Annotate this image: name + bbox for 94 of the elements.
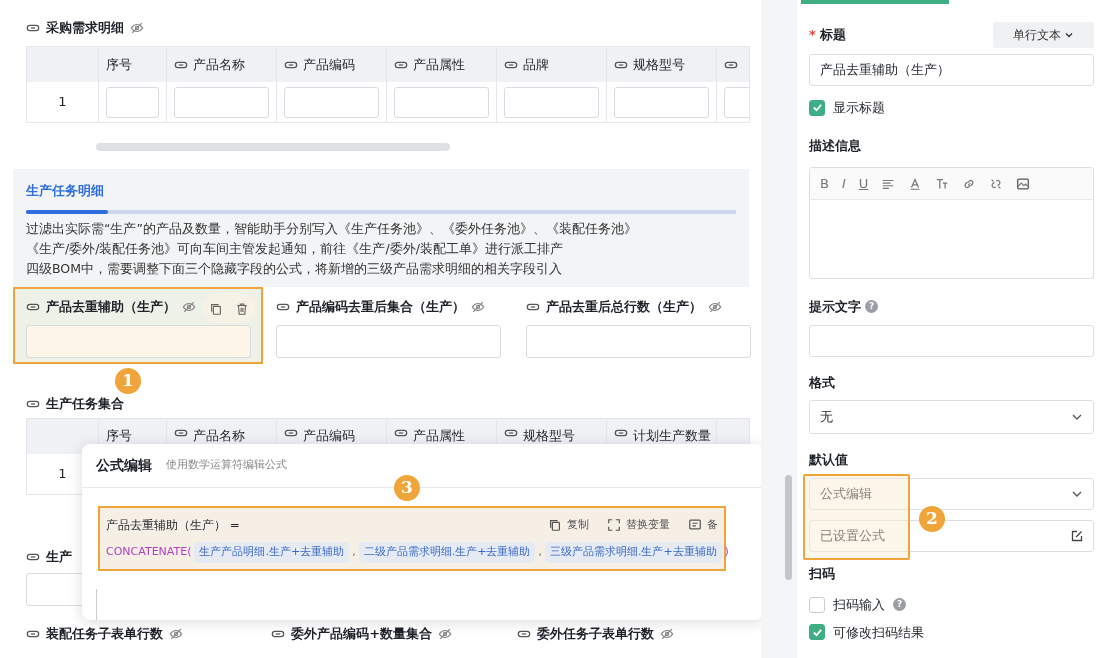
help-icon[interactable]: ?: [865, 300, 878, 314]
field-label: 扫码: [809, 564, 835, 583]
checkbox[interactable]: [809, 99, 825, 116]
column-header: 产品名称: [193, 55, 245, 74]
dialog-title: 公式编辑: [96, 456, 152, 475]
column-header: 产品属性: [413, 55, 465, 74]
rich-text-editor[interactable]: B I U: [809, 167, 1094, 279]
edit-icon[interactable]: [1071, 529, 1083, 542]
field-label: 默认值: [809, 451, 848, 469]
text-input[interactable]: [276, 325, 501, 358]
description-text: 《生产/委外/装配任务池》可向车间主管发起通知，前往《生产/委外/装配工单》进行派工排产: [26, 239, 564, 258]
default-mode-select[interactable]: 公式编辑: [809, 477, 1094, 510]
field-label: 产品去重辅助（生产）: [46, 298, 176, 317]
hint-input[interactable]: [809, 324, 1094, 357]
column-header: 规格型号: [633, 55, 685, 74]
cell-input[interactable]: [614, 86, 709, 118]
separator: ,: [538, 544, 542, 560]
field-label: 产品去重后总行数（生产）: [546, 298, 702, 317]
format-select[interactable]: 无: [809, 400, 1094, 434]
field-label: 委外任务子表单行数: [536, 625, 654, 644]
format-button[interactable]: U: [858, 173, 869, 194]
column-header: 序号: [106, 55, 132, 74]
separator: ,: [352, 544, 356, 560]
section-tab[interactable]: 生产任务明细: [26, 181, 736, 201]
cell-input[interactable]: [106, 86, 159, 118]
dialog-subtitle: 使用数学运算符编辑公式: [166, 457, 287, 474]
checkbox[interactable]: [809, 624, 825, 641]
callout-badge: 1: [115, 368, 141, 394]
checkbox-label: 扫码输入: [833, 596, 885, 614]
cell-input[interactable]: [394, 86, 489, 118]
variable-token[interactable]: 三级产品需求明细.生产+去重辅助: [544, 542, 722, 563]
formula-function: ): [724, 544, 729, 560]
hidden-eye-icon: [659, 627, 674, 641]
hidden-eye-icon: [708, 300, 722, 314]
type-dropdown[interactable]: 单行文本: [993, 22, 1094, 48]
swap-icon: [607, 518, 621, 532]
field-label: 描述信息: [809, 136, 861, 155]
column-header: 序号: [106, 427, 132, 445]
field-label: 生产: [46, 548, 72, 567]
image-icon: [1016, 176, 1031, 191]
field-label: 委外产品编码+数量集合: [291, 625, 433, 644]
format-button[interactable]: I: [841, 173, 846, 194]
copy-icon: [548, 518, 562, 532]
hidden-eye-icon: [438, 627, 453, 641]
checkbox[interactable]: [809, 596, 825, 613]
column-header: 产品编码: [303, 427, 355, 445]
cell-input[interactable]: [284, 86, 379, 118]
toolbar-action[interactable]: 复制: [548, 516, 589, 534]
field-label: 产品编码去重后集合（生产）: [296, 298, 465, 317]
toolbar-action[interactable]: 替换变量: [607, 516, 670, 534]
selected-field-card[interactable]: 产品去重辅助（生产）: [13, 287, 263, 364]
checkbox-label: 可修改扫码结果: [833, 623, 924, 642]
hidden-eye-icon: [182, 300, 196, 314]
hidden-eye-icon: [169, 627, 183, 641]
checkbox-label: 显示标题: [833, 99, 885, 117]
text-input[interactable]: [26, 325, 251, 358]
variable-token[interactable]: 生产产品明细.生产+去重辅助: [194, 542, 350, 563]
format-button[interactable]: B: [820, 173, 829, 194]
column-header: 规格型号: [523, 427, 575, 445]
column-header: 产品名称: [193, 427, 245, 445]
chevron-down-icon: [1064, 30, 1074, 40]
field-label: 采购需求明细: [46, 19, 124, 38]
formula-box[interactable]: 产品去重辅助（生产） = 复制 替换变量 备 CONCATENATE( 生产产品明细.生产+去重辅助 , 二级产品需求明细.生产+去重辅助 , 三级产品需求明细.生产+去重辅助 ): [98, 506, 726, 571]
description-text: 四级BOM中，需要调整下面三个隐藏字段的公式，将新增的三级产品需求明细的相关字段引入: [26, 259, 563, 278]
cell-input[interactable]: [174, 86, 269, 118]
field-label: 格式: [809, 373, 835, 392]
field-label: 提示文字: [809, 298, 861, 316]
required-mark: *: [809, 26, 816, 45]
column-header: 产品编码: [303, 55, 355, 74]
column-header: 计划生产数量: [633, 427, 711, 445]
text-size-icon: [935, 176, 950, 191]
callout-badge: 3: [394, 475, 420, 501]
variable-token[interactable]: 二级产品需求明细.生产+去重辅助: [358, 542, 536, 563]
row-number: 1: [27, 82, 99, 122]
field-label: 生产任务集合: [46, 395, 124, 414]
checkmark-icon: [811, 626, 823, 638]
hidden-eye-icon: [130, 21, 144, 35]
hidden-eye-icon: [471, 300, 485, 314]
text-input[interactable]: [526, 325, 751, 358]
checkmark-icon: [811, 102, 823, 114]
field-label: 装配任务子表单行数: [46, 625, 163, 644]
note-icon: [688, 518, 702, 532]
help-icon[interactable]: ?: [893, 598, 906, 612]
formula-function: CONCATENATE(: [106, 544, 192, 560]
column-header: 品牌: [523, 55, 549, 74]
formula-target: 产品去重辅助（生产） =: [106, 517, 240, 534]
scrollbar-thumb[interactable]: [785, 475, 792, 580]
description-text: 过滤出实际需“生产”的产品及数量，智能助手分别写入《生产任务池》、《委外任务池》、《装配任务池》: [26, 219, 638, 238]
toolbar-action[interactable]: 备: [688, 516, 718, 534]
title-input[interactable]: 产品去重辅助（生产）: [809, 54, 1094, 86]
column-header: 产品属性: [413, 427, 465, 445]
field-label: 标题: [819, 26, 846, 45]
horizontal-scrollbar[interactable]: [96, 143, 450, 151]
cell-input[interactable]: [504, 86, 599, 118]
